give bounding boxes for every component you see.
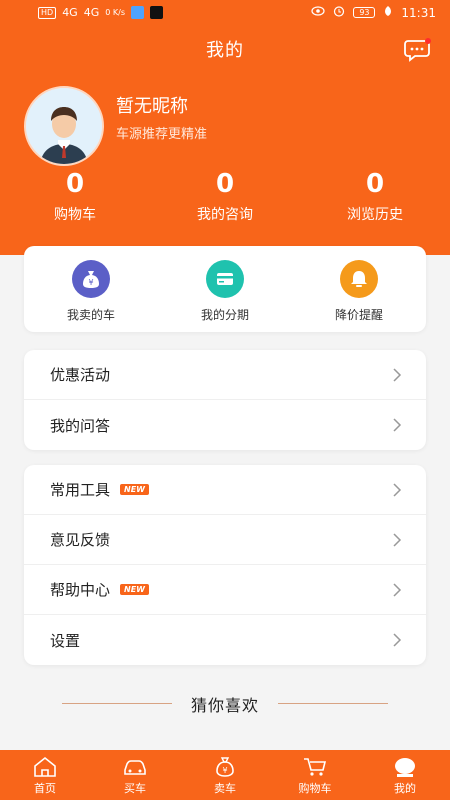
credit-card-icon [206,260,244,298]
stat-consult-label: 我的咨询 [197,207,253,223]
divider-left [62,703,172,704]
tab-sell-car-label: 卖车 [214,782,236,795]
tab-buy-car-label: 买车 [124,782,146,795]
stat-cart[interactable]: 0 购物车 [0,168,150,224]
stat-cart-value: 0 [65,169,85,199]
menu-item-promotions[interactable]: 优惠活动 [24,350,426,400]
alarm-icon [333,5,345,20]
menu-item-label: 帮助中心 [50,581,111,599]
quick-price-alert-label: 降价提醒 [334,308,383,322]
clock-text: 11:31 [401,5,436,20]
quick-installments-label: 我的分期 [200,308,249,322]
profile-nickname[interactable]: 暂无昵称 [116,92,188,118]
network-badge: HD [38,6,57,19]
bottom-tab-bar: 首页 买车 ¥ 卖车 购物车 我的 [0,750,450,800]
menu-item-label: 常用工具 [50,481,111,499]
stat-consult[interactable]: 0 我的咨询 [150,168,300,224]
quick-sold-cars-label: 我卖的车 [66,308,115,322]
new-badge: NEW [120,584,149,595]
menu-item-help[interactable]: 帮助中心 NEW [24,565,426,615]
home-icon [34,756,56,777]
chevron-right-icon [393,633,402,647]
menu-item-label: 设置 [50,631,81,650]
stat-history-label: 浏览历史 [347,207,403,223]
tab-cart-label: 购物车 [298,782,332,795]
menu-item-qa[interactable]: 我的问答 [24,400,426,450]
page-title: 我的 [206,40,244,61]
profile-icon [395,758,415,777]
chevron-right-icon [393,368,402,382]
menu-item-label: 优惠活动 [50,366,111,384]
tab-buy-car[interactable]: 买车 [90,750,180,800]
chat-bubble-icon[interactable] [404,38,432,62]
recommend-section-header: 猜你喜欢 [0,692,450,716]
menu-item-settings[interactable]: 设置 [24,615,426,665]
svg-text:¥: ¥ [222,766,227,775]
avatar[interactable] [24,86,104,166]
stat-history-value: 0 [365,169,385,199]
app-notification-icon [131,6,144,19]
chevron-right-icon [393,583,402,597]
tab-home-label: 首页 [34,782,56,795]
menu-item-tools[interactable]: 常用工具 NEW [24,465,426,515]
signal-a-text: 4G [62,6,78,19]
chevron-right-icon [393,418,402,432]
chevron-right-icon [393,533,402,547]
profile-subtitle: 车源推荐更精准 [116,127,208,142]
stat-consult-value: 0 [215,169,235,199]
quick-sold-cars[interactable]: ¥ 我卖的车 [24,246,158,332]
menu-item-label: 意见反馈 [50,531,111,549]
recommend-section-title: 猜你喜欢 [190,696,259,715]
chevron-right-icon [393,483,402,497]
battery-indicator: 93 [353,7,376,18]
speed-text: 0 K/s [105,8,125,17]
menu-group-2: 常用工具 NEW 意见反馈 帮助中心 NEW 设置 [24,465,426,665]
tiktok-notification-icon [150,6,163,19]
divider-right [278,703,388,704]
svg-text:¥: ¥ [88,278,93,287]
signal-b-text: 4G [83,6,100,19]
car-icon [124,760,146,775]
quick-price-alert[interactable]: 降价提醒 [292,246,426,332]
tab-sell-car[interactable]: ¥ 卖车 [180,750,270,800]
new-badge: NEW [120,484,149,495]
bell-icon [340,260,378,298]
money-bag-icon: ¥ [72,260,110,298]
quick-actions-card: ¥ 我卖的车 我的分期 降价提醒 [24,246,426,332]
stat-cart-label: 购物车 [54,207,96,223]
money-bag-icon: ¥ [216,757,234,777]
eye-icon [311,6,326,19]
tab-mine-label: 我的 [394,782,416,795]
leaf-icon [383,5,393,20]
tab-home[interactable]: 首页 [0,750,90,800]
quick-installments[interactable]: 我的分期 [158,246,292,332]
menu-item-label: 我的问答 [50,416,111,435]
menu-item-feedback[interactable]: 意见反馈 [24,515,426,565]
cart-icon [304,758,327,776]
stats-row: 0 购物车 0 我的咨询 0 浏览历史 [0,168,450,224]
menu-group-1: 优惠活动 我的问答 [24,350,426,450]
status-bar: HD 4G 4G 0 K/s 93 11:31 [0,0,450,26]
tab-cart[interactable]: 购物车 [270,750,360,800]
stat-history[interactable]: 0 浏览历史 [300,168,450,224]
tab-mine[interactable]: 我的 [360,750,450,800]
